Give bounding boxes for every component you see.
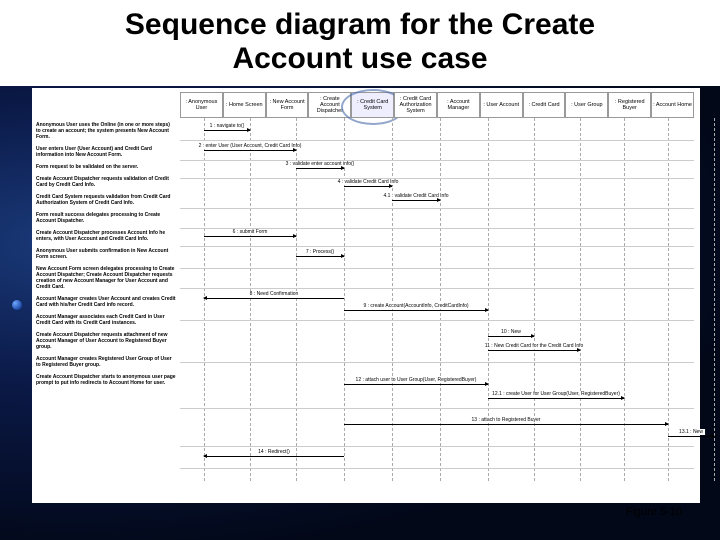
narrative-para-2: Form request to be validated on the serv… bbox=[36, 164, 176, 170]
figure-caption: Figure 5-10 bbox=[626, 506, 682, 518]
lifeline-11 bbox=[714, 118, 715, 481]
narrative-para-7: Anonymous User submits confirmation in N… bbox=[36, 248, 176, 260]
participant-4: : Credit Card System bbox=[351, 92, 394, 118]
message-7: 7 : Process() bbox=[296, 256, 344, 257]
narrative-para-9: Account Manager creates User Account and… bbox=[36, 296, 176, 308]
separator-4 bbox=[180, 228, 694, 229]
narrative-para-8: New Account Form screen delegates proces… bbox=[36, 266, 176, 290]
message-12: 12 : attach user to User Group(User, Reg… bbox=[344, 384, 488, 385]
title-line-2: Account use case bbox=[30, 42, 690, 76]
message-label-8: 8 : Need Confirmation bbox=[248, 291, 301, 297]
participant-11: : Account Home bbox=[651, 92, 694, 118]
separator-8 bbox=[180, 320, 694, 321]
message-11: 11 : New Credit Card for the Credit Card… bbox=[488, 350, 580, 351]
separator-9 bbox=[180, 362, 694, 363]
message-label-4: 4 : validate Credit Card Info bbox=[336, 179, 401, 185]
message-4: 4 : validate Credit Card Info bbox=[344, 186, 392, 187]
message-label-4.1: 4.1 : validate Credit Card Info bbox=[381, 193, 450, 199]
lifeline-3 bbox=[344, 118, 345, 481]
message-label-12.1: 12.1 : create User for User Group(User, … bbox=[490, 391, 622, 397]
message-label-12: 12 : attach user to User Group(User, Reg… bbox=[354, 377, 479, 383]
lifeline-2 bbox=[296, 118, 297, 481]
participant-10: : Registered Buyer bbox=[608, 92, 651, 118]
lifeline-5 bbox=[440, 118, 441, 481]
message-label-3: 3 : validate enter account info() bbox=[284, 161, 357, 167]
narrative-para-0: Anonymous User uses the Online (in one o… bbox=[36, 122, 176, 140]
separator-3 bbox=[180, 208, 694, 209]
message-2: 2 : enter User (User Account, Credit Car… bbox=[204, 150, 296, 151]
message-label-9: 9 : create Account(AccountInfo, CreditCa… bbox=[361, 303, 470, 309]
participant-7: : User Account bbox=[480, 92, 523, 118]
message-8: 8 : Need Confirmation bbox=[204, 298, 344, 299]
lifeline-7 bbox=[534, 118, 535, 481]
separator-6 bbox=[180, 268, 694, 269]
message-13.1: 13.1 : New bbox=[668, 436, 714, 437]
message-label-2: 2 : enter User (User Account, Credit Car… bbox=[197, 143, 304, 149]
message-label-10: 10 : New bbox=[499, 329, 523, 335]
message-3: 3 : validate enter account info() bbox=[296, 168, 344, 169]
separator-0 bbox=[180, 140, 694, 141]
narrative-para-6: Create Account Dispatcher processes Acco… bbox=[36, 230, 176, 242]
message-9: 9 : create Account(AccountInfo, CreditCa… bbox=[344, 310, 488, 311]
participant-0: : Anonymous User bbox=[180, 92, 223, 118]
participant-1: : Home Screen bbox=[223, 92, 266, 118]
message-1: 1 : navigate to() bbox=[204, 130, 250, 131]
separator-2 bbox=[180, 178, 694, 179]
participant-8: : Credit Card bbox=[523, 92, 566, 118]
message-label-13: 13 : attach to Registered Buyer bbox=[470, 417, 543, 423]
message-label-11: 11 : New Credit Card for the Credit Card… bbox=[483, 343, 586, 349]
slide-title: Sequence diagram for the Create Account … bbox=[0, 0, 720, 80]
participant-9: : User Group bbox=[565, 92, 608, 118]
narrative-para-5: Form result success delegates processing… bbox=[36, 212, 176, 224]
separator-1 bbox=[180, 160, 694, 161]
message-label-6: 6 : submit Form bbox=[231, 229, 270, 235]
message-14: 14 : Redirect() bbox=[204, 456, 344, 457]
participant-2: : New Account Form bbox=[266, 92, 309, 118]
lifeline-1 bbox=[250, 118, 251, 481]
separator-5 bbox=[180, 246, 694, 247]
narrative-column: Anonymous User uses the Online (in one o… bbox=[36, 122, 176, 479]
message-4.1: 4.1 : validate Credit Card Info bbox=[392, 200, 440, 201]
bullet-icon bbox=[12, 300, 22, 310]
lifeline-4 bbox=[392, 118, 393, 481]
narrative-para-1: User enters User (User Account) and Cred… bbox=[36, 146, 176, 158]
narrative-para-12: Account Manager creates Registered User … bbox=[36, 356, 176, 368]
separator-11 bbox=[180, 446, 694, 447]
message-12.1: 12.1 : create User for User Group(User, … bbox=[488, 398, 624, 399]
participant-5: : Credit Card Authorization System bbox=[394, 92, 437, 118]
separator-12 bbox=[180, 468, 694, 469]
separator-7 bbox=[180, 288, 694, 289]
message-label-7: 7 : Process() bbox=[304, 249, 336, 255]
narrative-para-3: Create Account Dispatcher requests valid… bbox=[36, 176, 176, 188]
title-line-1: Sequence diagram for the Create bbox=[30, 8, 690, 42]
lifeline-10 bbox=[668, 118, 669, 481]
message-6: 6 : submit Form bbox=[204, 236, 296, 237]
participant-6: : Account Manager bbox=[437, 92, 480, 118]
lifeline-6 bbox=[488, 118, 489, 481]
message-label-1: 1 : navigate to() bbox=[208, 123, 247, 129]
narrative-para-11: Create Account Dispatcher requests attac… bbox=[36, 332, 176, 350]
narrative-para-10: Account Manager associates each Credit C… bbox=[36, 314, 176, 326]
message-label-14: 14 : Redirect() bbox=[256, 449, 292, 455]
participants-row: : Anonymous User: Home Screen: New Accou… bbox=[180, 92, 694, 118]
narrative-para-13: Create Account Dispatcher starts to anon… bbox=[36, 374, 176, 386]
lifeline-8 bbox=[580, 118, 581, 481]
message-13: 13 : attach to Registered Buyer bbox=[344, 424, 668, 425]
narrative-para-4: Credit Card System requests validation f… bbox=[36, 194, 176, 206]
message-10: 10 : New bbox=[488, 336, 534, 337]
sequence-diagram: : Anonymous User: Home Screen: New Accou… bbox=[32, 88, 700, 503]
lifeline-9 bbox=[624, 118, 625, 481]
message-label-13.1: 13.1 : New bbox=[677, 429, 705, 435]
separator-10 bbox=[180, 408, 694, 409]
